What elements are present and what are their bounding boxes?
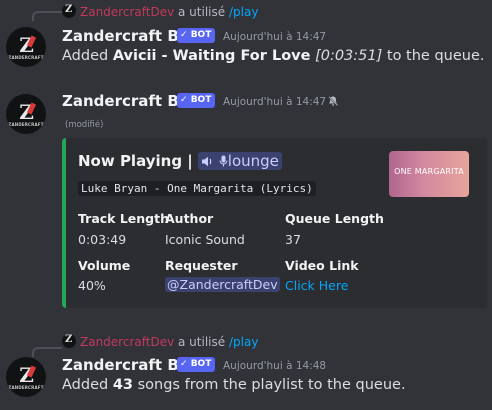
content-prefix: Added [62,377,113,393]
reply-avatar[interactable] [62,334,76,348]
timestamp[interactable]: Aujourd'hui à 14:48 [223,360,326,372]
avatar-logo-word: ZANDERCRAFT [8,385,44,390]
command-reply[interactable]: ZandercraftDev a utilisé /play [62,334,258,349]
content-suffix: songs from the playlist to the queue. [133,377,406,393]
bot-tag: ✓ BOT [177,357,216,372]
message-3: ZandercraftDev a utilisé /play Z ZANDERC… [0,0,492,410]
reply-command[interactable]: /play [229,335,258,349]
reply-connector [32,347,62,357]
song-count: 43 [112,377,133,393]
avatar[interactable]: Z ZANDERCRAFT [6,357,46,397]
bot-tag-label: BOT [190,359,212,369]
reply-username[interactable]: ZandercraftDev [80,335,174,349]
message-content: Added 43 songs from the playlist to the … [62,377,406,393]
reply-used-text: a utilisé [178,335,226,349]
